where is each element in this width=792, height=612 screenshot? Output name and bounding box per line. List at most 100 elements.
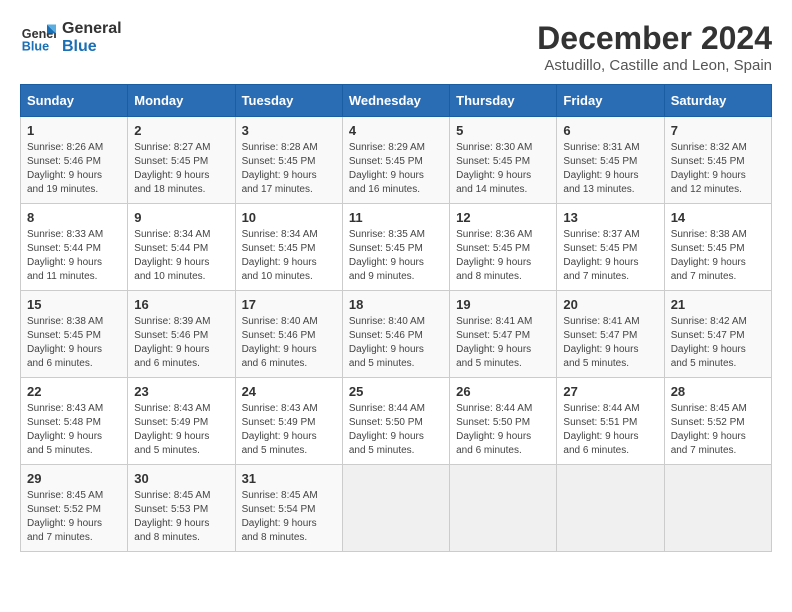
day-info: Sunrise: 8:41 AM Sunset: 5:47 PM Dayligh… bbox=[563, 315, 657, 371]
day-info: Sunrise: 8:37 AM Sunset: 5:45 PM Dayligh… bbox=[563, 228, 657, 284]
day-number: 13 bbox=[563, 210, 657, 225]
day-number: 1 bbox=[27, 123, 121, 138]
logo-line2: Blue bbox=[62, 38, 122, 56]
day-number: 7 bbox=[671, 123, 765, 138]
day-cell: 30 Sunrise: 8:45 AM Sunset: 5:53 PM Dayl… bbox=[128, 465, 235, 552]
day-cell: 12 Sunrise: 8:36 AM Sunset: 5:45 PM Dayl… bbox=[450, 204, 557, 291]
day-cell: 16 Sunrise: 8:39 AM Sunset: 5:46 PM Dayl… bbox=[128, 291, 235, 378]
day-cell: 23 Sunrise: 8:43 AM Sunset: 5:49 PM Dayl… bbox=[128, 378, 235, 465]
day-number: 10 bbox=[242, 210, 336, 225]
day-info: Sunrise: 8:28 AM Sunset: 5:45 PM Dayligh… bbox=[242, 141, 336, 197]
day-cell: 1 Sunrise: 8:26 AM Sunset: 5:46 PM Dayli… bbox=[21, 117, 128, 204]
week-row-5: 29 Sunrise: 8:45 AM Sunset: 5:52 PM Dayl… bbox=[21, 465, 772, 552]
day-info: Sunrise: 8:40 AM Sunset: 5:46 PM Dayligh… bbox=[349, 315, 443, 371]
day-info: Sunrise: 8:42 AM Sunset: 5:47 PM Dayligh… bbox=[671, 315, 765, 371]
day-info: Sunrise: 8:33 AM Sunset: 5:44 PM Dayligh… bbox=[27, 228, 121, 284]
day-info: Sunrise: 8:39 AM Sunset: 5:46 PM Dayligh… bbox=[134, 315, 228, 371]
day-cell: 13 Sunrise: 8:37 AM Sunset: 5:45 PM Dayl… bbox=[557, 204, 664, 291]
day-info: Sunrise: 8:34 AM Sunset: 5:45 PM Dayligh… bbox=[242, 228, 336, 284]
logo-line1: General bbox=[62, 20, 122, 38]
day-cell: 21 Sunrise: 8:42 AM Sunset: 5:47 PM Dayl… bbox=[664, 291, 771, 378]
day-number: 12 bbox=[456, 210, 550, 225]
day-info: Sunrise: 8:45 AM Sunset: 5:52 PM Dayligh… bbox=[671, 402, 765, 458]
day-number: 9 bbox=[134, 210, 228, 225]
day-cell: 14 Sunrise: 8:38 AM Sunset: 5:45 PM Dayl… bbox=[664, 204, 771, 291]
day-number: 19 bbox=[456, 297, 550, 312]
day-number: 2 bbox=[134, 123, 228, 138]
column-header-tuesday: Tuesday bbox=[235, 85, 342, 117]
column-header-wednesday: Wednesday bbox=[342, 85, 449, 117]
day-cell: 4 Sunrise: 8:29 AM Sunset: 5:45 PM Dayli… bbox=[342, 117, 449, 204]
day-cell: 11 Sunrise: 8:35 AM Sunset: 5:45 PM Dayl… bbox=[342, 204, 449, 291]
day-info: Sunrise: 8:41 AM Sunset: 5:47 PM Dayligh… bbox=[456, 315, 550, 371]
logo-icon: General Blue bbox=[20, 20, 56, 56]
day-info: Sunrise: 8:40 AM Sunset: 5:46 PM Dayligh… bbox=[242, 315, 336, 371]
logo: General Blue General Blue bbox=[20, 20, 122, 56]
day-cell: 22 Sunrise: 8:43 AM Sunset: 5:48 PM Dayl… bbox=[21, 378, 128, 465]
day-number: 15 bbox=[27, 297, 121, 312]
day-cell: 7 Sunrise: 8:32 AM Sunset: 5:45 PM Dayli… bbox=[664, 117, 771, 204]
svg-text:Blue: Blue bbox=[22, 40, 49, 54]
day-number: 20 bbox=[563, 297, 657, 312]
day-number: 11 bbox=[349, 210, 443, 225]
week-row-2: 8 Sunrise: 8:33 AM Sunset: 5:44 PM Dayli… bbox=[21, 204, 772, 291]
day-cell: 2 Sunrise: 8:27 AM Sunset: 5:45 PM Dayli… bbox=[128, 117, 235, 204]
day-number: 5 bbox=[456, 123, 550, 138]
day-number: 6 bbox=[563, 123, 657, 138]
day-info: Sunrise: 8:43 AM Sunset: 5:49 PM Dayligh… bbox=[134, 402, 228, 458]
day-cell: 3 Sunrise: 8:28 AM Sunset: 5:45 PM Dayli… bbox=[235, 117, 342, 204]
day-cell: 5 Sunrise: 8:30 AM Sunset: 5:45 PM Dayli… bbox=[450, 117, 557, 204]
day-number: 18 bbox=[349, 297, 443, 312]
day-number: 27 bbox=[563, 384, 657, 399]
day-cell: 26 Sunrise: 8:44 AM Sunset: 5:50 PM Dayl… bbox=[450, 378, 557, 465]
day-number: 29 bbox=[27, 471, 121, 486]
day-cell: 25 Sunrise: 8:44 AM Sunset: 5:50 PM Dayl… bbox=[342, 378, 449, 465]
day-cell: 24 Sunrise: 8:43 AM Sunset: 5:49 PM Dayl… bbox=[235, 378, 342, 465]
day-cell bbox=[557, 465, 664, 552]
day-number: 31 bbox=[242, 471, 336, 486]
week-row-3: 15 Sunrise: 8:38 AM Sunset: 5:45 PM Dayl… bbox=[21, 291, 772, 378]
day-info: Sunrise: 8:44 AM Sunset: 5:50 PM Dayligh… bbox=[349, 402, 443, 458]
day-cell: 18 Sunrise: 8:40 AM Sunset: 5:46 PM Dayl… bbox=[342, 291, 449, 378]
day-number: 21 bbox=[671, 297, 765, 312]
column-header-monday: Monday bbox=[128, 85, 235, 117]
day-number: 28 bbox=[671, 384, 765, 399]
day-info: Sunrise: 8:34 AM Sunset: 5:44 PM Dayligh… bbox=[134, 228, 228, 284]
day-info: Sunrise: 8:35 AM Sunset: 5:45 PM Dayligh… bbox=[349, 228, 443, 284]
day-cell: 9 Sunrise: 8:34 AM Sunset: 5:44 PM Dayli… bbox=[128, 204, 235, 291]
month-title: December 2024 bbox=[537, 20, 772, 57]
location-subtitle: Astudillo, Castille and Leon, Spain bbox=[537, 57, 772, 74]
day-number: 26 bbox=[456, 384, 550, 399]
calendar-table: SundayMondayTuesdayWednesdayThursdayFrid… bbox=[20, 84, 772, 552]
day-cell: 6 Sunrise: 8:31 AM Sunset: 5:45 PM Dayli… bbox=[557, 117, 664, 204]
day-number: 22 bbox=[27, 384, 121, 399]
day-info: Sunrise: 8:38 AM Sunset: 5:45 PM Dayligh… bbox=[671, 228, 765, 284]
day-info: Sunrise: 8:44 AM Sunset: 5:51 PM Dayligh… bbox=[563, 402, 657, 458]
day-info: Sunrise: 8:36 AM Sunset: 5:45 PM Dayligh… bbox=[456, 228, 550, 284]
column-header-friday: Friday bbox=[557, 85, 664, 117]
day-cell: 17 Sunrise: 8:40 AM Sunset: 5:46 PM Dayl… bbox=[235, 291, 342, 378]
day-info: Sunrise: 8:45 AM Sunset: 5:54 PM Dayligh… bbox=[242, 489, 336, 545]
day-info: Sunrise: 8:38 AM Sunset: 5:45 PM Dayligh… bbox=[27, 315, 121, 371]
day-cell: 31 Sunrise: 8:45 AM Sunset: 5:54 PM Dayl… bbox=[235, 465, 342, 552]
day-info: Sunrise: 8:29 AM Sunset: 5:45 PM Dayligh… bbox=[349, 141, 443, 197]
title-area: December 2024 Astudillo, Castille and Le… bbox=[537, 20, 772, 74]
day-info: Sunrise: 8:45 AM Sunset: 5:52 PM Dayligh… bbox=[27, 489, 121, 545]
day-info: Sunrise: 8:43 AM Sunset: 5:48 PM Dayligh… bbox=[27, 402, 121, 458]
day-info: Sunrise: 8:44 AM Sunset: 5:50 PM Dayligh… bbox=[456, 402, 550, 458]
day-cell bbox=[450, 465, 557, 552]
day-info: Sunrise: 8:27 AM Sunset: 5:45 PM Dayligh… bbox=[134, 141, 228, 197]
day-number: 17 bbox=[242, 297, 336, 312]
day-cell: 29 Sunrise: 8:45 AM Sunset: 5:52 PM Dayl… bbox=[21, 465, 128, 552]
calendar-body: 1 Sunrise: 8:26 AM Sunset: 5:46 PM Dayli… bbox=[21, 117, 772, 552]
day-number: 25 bbox=[349, 384, 443, 399]
day-number: 4 bbox=[349, 123, 443, 138]
day-cell: 19 Sunrise: 8:41 AM Sunset: 5:47 PM Dayl… bbox=[450, 291, 557, 378]
day-number: 8 bbox=[27, 210, 121, 225]
day-number: 30 bbox=[134, 471, 228, 486]
day-cell bbox=[664, 465, 771, 552]
day-cell: 27 Sunrise: 8:44 AM Sunset: 5:51 PM Dayl… bbox=[557, 378, 664, 465]
day-number: 3 bbox=[242, 123, 336, 138]
calendar-header-row: SundayMondayTuesdayWednesdayThursdayFrid… bbox=[21, 85, 772, 117]
day-info: Sunrise: 8:31 AM Sunset: 5:45 PM Dayligh… bbox=[563, 141, 657, 197]
